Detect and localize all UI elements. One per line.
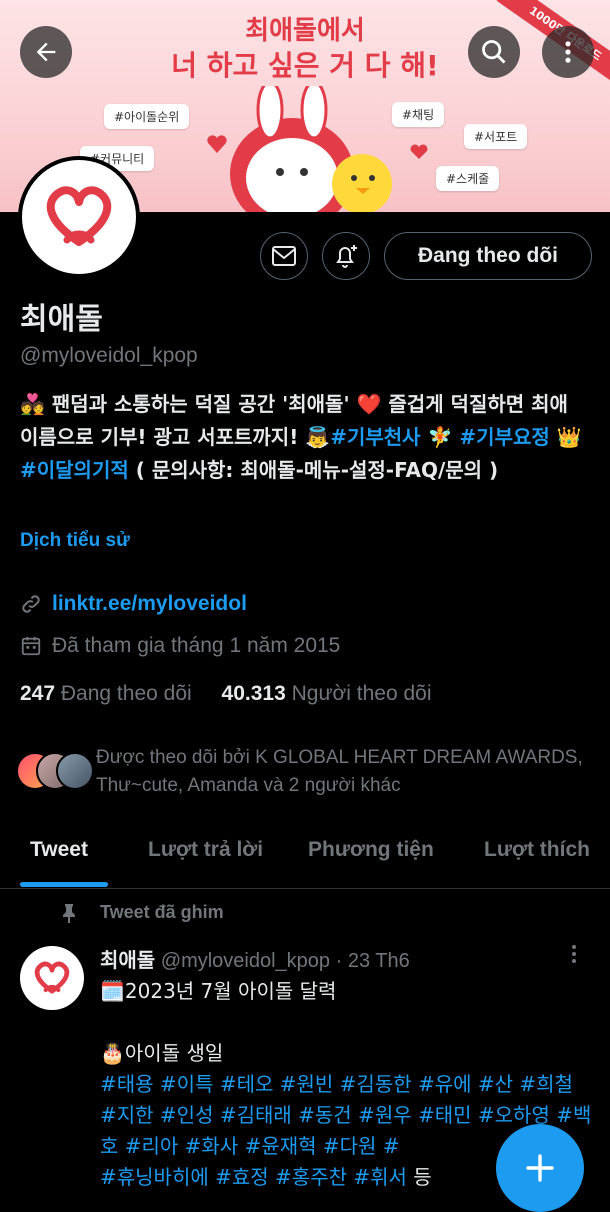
followers-label: Người theo dõi [291,682,432,705]
tab-replies[interactable]: Lượt trả lời [148,838,263,862]
following-count: 247 [20,682,56,705]
tweet-more-button[interactable] [570,944,578,969]
bio-hashtag[interactable]: #이달의기적 [20,458,129,482]
banner-tag: #서포트 [464,124,528,149]
bio-text: ( 문의사항: 최애돌-메뉴-설정-FAQ/문의 ) [128,458,499,482]
following-label: Đang theo dõi [60,682,192,705]
profile-joined: Đã tham gia tháng 1 năm 2015 [20,634,340,658]
message-button[interactable] [260,232,308,280]
profile-avatar[interactable] [18,156,140,278]
translate-bio-link[interactable]: Dịch tiểu sử [20,530,130,552]
back-arrow-icon [36,42,56,62]
follow-stats: 247 Đang theo dõi 40.313 Người theo dõi [20,682,432,706]
tweet-avatar[interactable] [20,946,84,1010]
tweet-hashtags[interactable]: #휴닝바히에 #효정 #홍주찬 #휘서 [100,1165,407,1189]
mail-icon [272,246,296,266]
mascot-illustration [230,86,392,212]
plus-icon [526,1154,554,1182]
followed-by-text[interactable]: Được theo dõi bởi K GLOBAL HEART DREAM A… [96,744,586,800]
website-link[interactable]: linktr.ee/myloveidol [52,592,247,616]
follower-avatar [56,752,94,790]
tweet-line: 🗓️2023년 7월 아이돌 달력 [100,979,337,1003]
calendar-icon [21,636,41,656]
banner-tag: #스케줄 [436,166,500,191]
pinned-text: Tweet đã ghim [100,902,224,922]
search-icon [482,40,506,64]
bio-text: 👑 [549,425,582,449]
tweet-author[interactable]: 최애돌 [100,950,155,972]
search-button[interactable] [468,26,520,78]
joined-date: Đã tham gia tháng 1 năm 2015 [52,634,341,657]
following-button[interactable]: Đang theo dõi [384,232,592,280]
brand-logo [46,186,112,246]
active-tab-indicator [20,882,108,887]
tab-likes[interactable]: Lượt thích [484,838,590,862]
bio-text: 🧚 [420,425,453,449]
profile-website: linktr.ee/myloveidol [20,592,247,616]
pinned-label: Tweet đã ghim [60,902,224,923]
more-vertical-icon [572,945,576,963]
heart-icon [410,144,428,159]
compose-tweet-button[interactable] [496,1124,584,1212]
heart-icon [207,135,227,153]
followers-stat[interactable]: 40.313 Người theo dõi [222,682,432,705]
bio-hashtag[interactable]: #기부천사 [330,425,420,449]
link-icon [22,595,40,613]
more-options-button[interactable] [542,26,594,78]
profile-bio: 💑 팬덤과 소통하는 덕질 공간 '최애돌' ❤️ 즐겁게 덕질하면 최애 이름… [20,388,590,487]
bio-hashtag[interactable]: #기부요정 [459,425,549,449]
tab-tweets[interactable]: Tweet [30,838,88,862]
tweet-header: 최애돌 @myloveidol_kpop · 23 Th6 [100,944,410,973]
notifications-button[interactable] [322,232,370,280]
tweet-line: 등 [406,1165,432,1189]
profile-name: 최애돌 [20,302,103,337]
profile-tabs: Tweet Lượt trả lời Phương tiện Lượt thíc… [0,832,610,889]
bell-plus-icon [336,245,357,268]
tweet-handle: @myloveidol_kpop [160,950,331,972]
pin-icon [63,903,75,923]
banner-tag: #아이돌순위 [104,104,190,129]
tab-media[interactable]: Phương tiện [308,838,434,862]
following-stat[interactable]: 247 Đang theo dõi [20,682,192,705]
back-button[interactable] [20,26,72,78]
tweet-date: · 23 Th6 [335,950,410,972]
tweet-line: 🎂아이돌 생일 [100,1041,224,1065]
profile-handle: @myloveidol_kpop [20,344,198,367]
followers-count: 40.313 [221,682,286,705]
brand-logo [34,961,70,994]
more-vertical-icon [565,41,571,63]
